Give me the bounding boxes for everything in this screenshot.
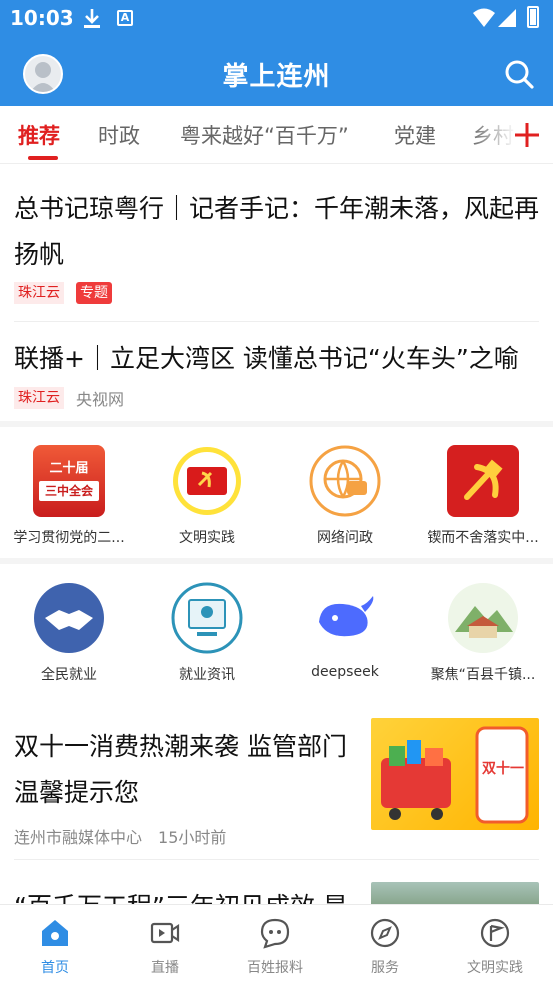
- signal-icon: [498, 9, 516, 27]
- active-tab-indicator: [28, 156, 58, 160]
- globe-chat-icon: [309, 445, 381, 517]
- category-tabs: 推荐 时政 粤来越好“百千万” 党建 乡村: [0, 106, 553, 164]
- news-meta: 珠江云 专题: [14, 282, 539, 304]
- service-label: 网络问政: [317, 530, 373, 546]
- tab-recommend[interactable]: 推荐: [18, 120, 60, 150]
- nav-home[interactable]: 首页: [0, 905, 110, 984]
- service-online-inquiry[interactable]: 网络问政: [276, 427, 414, 564]
- service-hundred-counties[interactable]: 聚焦“百县千镇...: [414, 564, 552, 701]
- village-icon: [448, 583, 518, 653]
- service-study-congress[interactable]: 二十届 三中全会 学习贯彻党的二...: [0, 427, 138, 564]
- top-bar: 10:03 A 掌上连州: [0, 0, 553, 106]
- service-label: 学习贯彻党的二...: [13, 530, 125, 546]
- source-tag: 珠江云: [14, 282, 64, 304]
- news-item-with-image[interactable]: 双十一消费热潮来袭 监管部门温馨提示您 连州市融媒体中心 15小时前 双十一: [14, 718, 539, 860]
- flag-circle-icon: [480, 918, 510, 948]
- service-label: 就业资讯: [179, 667, 235, 683]
- wifi-icon: [473, 8, 495, 27]
- bottom-navigation: 首页 直播 百姓报料 服务 文明实践: [0, 904, 553, 984]
- service-row: 二十届 三中全会 学习贯彻党的二... 文明实践 网络问政 锲而不舍落实中...: [0, 427, 553, 564]
- tab-politics[interactable]: 时政: [98, 120, 140, 150]
- battery-icon: [527, 6, 539, 28]
- nav-label: 服务: [371, 960, 399, 976]
- service-persistence[interactable]: 锲而不舍落实中...: [414, 427, 552, 564]
- service-deepseek[interactable]: deepseek: [276, 564, 414, 701]
- service-label: 文明实践: [179, 530, 235, 546]
- tab-party-building[interactable]: 党建: [394, 120, 436, 150]
- special-topic-tag: 专题: [76, 282, 112, 304]
- chat-bubble-icon: [260, 918, 290, 949]
- party-flag-icon: [173, 447, 241, 515]
- news-title: 双十一消费热潮来袭 监管部门温馨提示您: [14, 732, 347, 807]
- job-info-icon: [171, 582, 243, 654]
- nav-services[interactable]: 服务: [330, 905, 440, 984]
- add-tab-plus-icon[interactable]: [512, 120, 542, 150]
- keyboard-badge-icon: A: [117, 10, 133, 26]
- news-title: 联播+｜立足大湾区 读懂总书记“火车头”之喻: [14, 344, 519, 373]
- compass-icon: [370, 918, 400, 948]
- news-time: 15小时前: [158, 828, 227, 847]
- badge-line-1: 二十届: [49, 461, 89, 476]
- news-thumbnail: 双十一: [371, 718, 539, 830]
- service-label: 聚焦“百县千镇...: [430, 667, 536, 683]
- service-job-info[interactable]: 就业资讯: [138, 564, 276, 701]
- nav-label: 百姓报料: [247, 960, 303, 976]
- source-tag: 珠江云: [14, 387, 64, 409]
- thumb-promo-text: 双十一: [482, 761, 524, 777]
- congress-badge-icon: 二十届 三中全会: [33, 445, 105, 517]
- news-item[interactable]: 总书记琼粤行｜记者手记：千年潮未落，风起再扬帆 珠江云 专题: [14, 186, 539, 322]
- news-meta: 珠江云 央视网: [14, 386, 539, 410]
- service-civilization[interactable]: 文明实践: [138, 427, 276, 564]
- app-title: 掌上连州: [222, 62, 331, 92]
- app-root: 10:03 A 掌上连州 推荐 时政 粤来越好“百千万” 党建 总书记琼粤行｜记…: [0, 0, 553, 984]
- nav-live[interactable]: 直播: [110, 905, 220, 984]
- nav-civilization[interactable]: 文明实践: [440, 905, 550, 984]
- nav-reports[interactable]: 百姓报料: [220, 905, 330, 984]
- tab-baiqianwan[interactable]: 粤来越好“百千万”: [180, 120, 349, 150]
- whale-icon: [319, 596, 374, 637]
- status-bar: 10:03 A: [0, 0, 553, 36]
- badge-line-2: 三中全会: [39, 481, 99, 501]
- nav-label: 直播: [151, 960, 179, 976]
- service-label: 全民就业: [41, 667, 97, 683]
- news-meta: 连州市融媒体中心 15小时前: [14, 824, 242, 848]
- service-grid: 二十届 三中全会 学习贯彻党的二... 文明实践 网络问政 锲而不舍落实中...: [0, 421, 553, 564]
- status-time: 10:03: [10, 6, 74, 30]
- party-emblem-icon: [447, 445, 519, 517]
- download-icon: [84, 9, 100, 28]
- handshake-icon: [34, 583, 104, 653]
- service-label: 锲而不舍落实中...: [427, 530, 539, 546]
- service-employment[interactable]: 全民就业: [0, 564, 138, 701]
- nav-label: 首页: [41, 960, 69, 976]
- news-source: 连州市融媒体中心: [14, 828, 143, 847]
- nav-label: 文明实践: [467, 960, 523, 976]
- service-grid: 全民就业 就业资讯 deepseek 聚焦“百县千镇...: [0, 558, 553, 701]
- news-source: 央视网: [76, 390, 125, 409]
- video-icon: [150, 922, 180, 944]
- news-item[interactable]: 联播+｜立足大湾区 读懂总书记“火车头”之喻 珠江云 央视网: [14, 336, 539, 424]
- news-title: 总书记琼粤行｜记者手记：千年潮未落，风起再扬帆: [14, 194, 540, 269]
- service-row: 全民就业 就业资讯 deepseek 聚焦“百县千镇...: [0, 564, 553, 701]
- search-icon[interactable]: [503, 58, 535, 90]
- home-icon: [42, 920, 68, 946]
- service-label: deepseek: [311, 664, 379, 680]
